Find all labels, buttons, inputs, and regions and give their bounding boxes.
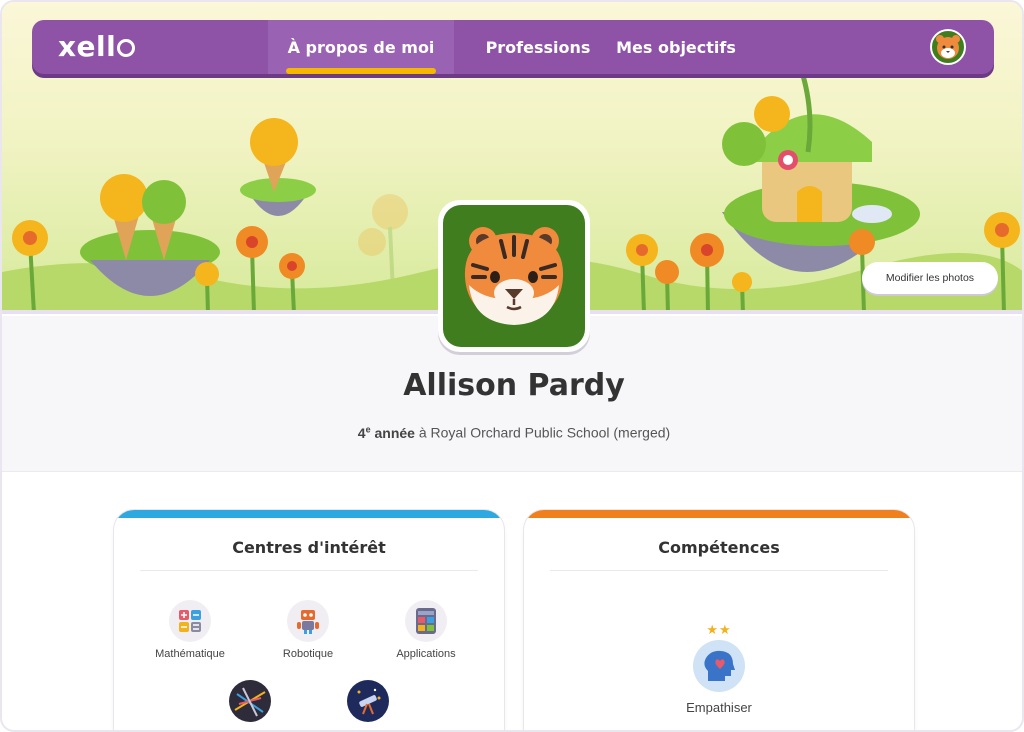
user-avatar-button[interactable] (930, 29, 966, 65)
interest-item-4[interactable] (190, 680, 310, 728)
grade-suffix: e (365, 424, 371, 434)
tab-label: Professions (485, 37, 591, 57)
card-title: Centres d'intérêt (232, 538, 386, 557)
card-divider (140, 570, 478, 571)
calculator-icon (169, 600, 211, 642)
interest-item-robotics[interactable]: Robotique (248, 600, 368, 660)
active-tab-indicator (286, 68, 436, 74)
modify-photos-button[interactable]: Modifier les photos (862, 262, 998, 294)
grade-number: 4 (357, 424, 366, 441)
profile-avatar (438, 200, 590, 352)
school-text: à Royal Orchard Public School (merged) (418, 424, 671, 441)
interest-item-applications[interactable]: Applications (366, 600, 486, 660)
tab-my-goals[interactable]: Mes objectifs (600, 20, 752, 74)
interest-label: Mathématique (155, 648, 225, 660)
card-title: Compétences (658, 538, 780, 557)
interests-card[interactable]: Centres d'intérêt Mathématique Robotique… (114, 510, 504, 730)
tab-about-me[interactable]: À propos de moi (268, 20, 454, 74)
tab-professions[interactable]: Professions (456, 20, 620, 74)
telescope-icon (347, 680, 389, 722)
logo-text: xell (58, 30, 117, 63)
app-screen-icon (405, 600, 447, 642)
interest-item-5[interactable] (308, 680, 428, 728)
interest-item-math[interactable]: Mathématique (130, 600, 250, 660)
student-name: Allison Pardy (403, 368, 625, 403)
interest-label: Robotique (282, 648, 334, 660)
card-accent-bar (524, 510, 914, 518)
empathy-head-icon (693, 640, 745, 692)
logo-o-icon (117, 38, 136, 57)
grade-word: année (374, 424, 415, 441)
app-frame: xell À propos de moi Professions Mes obj… (0, 0, 1024, 732)
interest-label: Applications (396, 648, 456, 660)
card-divider (550, 570, 888, 571)
student-grade: 4e année à Royal Orchard Public School (… (2, 424, 1022, 441)
robot-icon (287, 600, 329, 642)
skills-card[interactable]: Compétences ★★ Empathiser (524, 510, 914, 730)
xello-logo[interactable]: xell (58, 30, 136, 63)
lines-icon (229, 680, 271, 722)
tiger-avatar-icon (464, 227, 564, 325)
tab-label: Mes objectifs (616, 37, 736, 57)
tiger-icon (936, 35, 960, 59)
skill-stars: ★★ (706, 622, 732, 637)
skill-label: Empathiser (686, 700, 752, 715)
card-accent-bar (114, 510, 504, 518)
tab-label: À propos de moi (287, 37, 435, 57)
top-nav: xell À propos de moi Professions Mes obj… (32, 20, 994, 74)
skill-item-empathize[interactable]: ★★ Empathiser (659, 622, 779, 715)
